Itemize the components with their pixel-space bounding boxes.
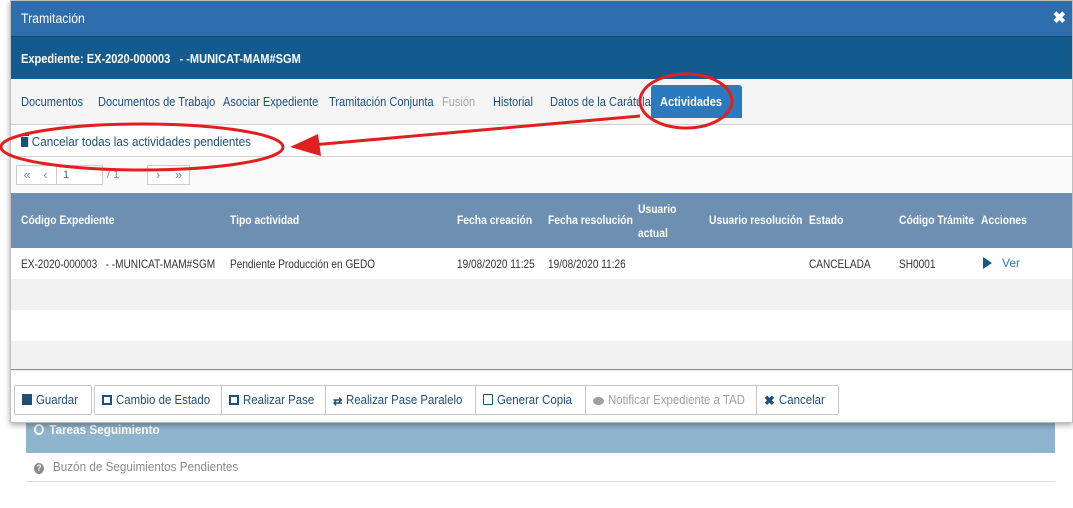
next-page-button[interactable]: › [147, 165, 169, 185]
table-row[interactable]: EX-2020-000003 - -MUNICAT-MAM#SGM Pendie… [11, 248, 1072, 279]
ver-action-link[interactable]: Ver [983, 256, 1020, 270]
page-number-input[interactable] [56, 165, 103, 185]
col-usuario-resolucion[interactable]: Usuario resolución [709, 213, 802, 227]
last-page-button[interactable]: » [168, 165, 190, 185]
cancel-row: Cancelar todas las actividades pendiente… [11, 126, 1072, 157]
col-usuario-actual-line2: actual [638, 226, 668, 240]
tramitacion-modal: Tramitación ✖ Expediente: EX-2020-000003… [10, 0, 1073, 423]
guardar-button[interactable]: Guardar [14, 385, 92, 415]
realizar-pase-button[interactable]: Realizar Pase [221, 385, 332, 415]
modal-title: Tramitación [21, 10, 85, 26]
question-icon: ? [34, 463, 44, 474]
tab-historial[interactable]: Historial [493, 94, 533, 109]
cell-fecha-resolucion: 19/08/2020 11:26 [548, 257, 626, 271]
divider [26, 481, 1055, 482]
cancelar-button[interactable]: ✖ Cancelar [756, 385, 839, 415]
col-codigo-expediente[interactable]: Código Expediente [21, 213, 114, 227]
tab-bar: Documentos Documentos de Trabajo Asociar… [11, 79, 1072, 125]
table-row-empty [11, 310, 1072, 341]
close-icon: ✖ [764, 393, 775, 408]
col-acciones: Acciones [981, 213, 1027, 227]
cancel-all-activities-link[interactable]: Cancelar todas las actividades pendiente… [20, 134, 251, 149]
col-estado[interactable]: Estado [809, 213, 843, 227]
cell-estado: CANCELADA [809, 257, 871, 271]
play-icon [983, 257, 992, 269]
page-total: / 1 [107, 169, 120, 181]
divider [11, 369, 1072, 370]
tab-documentos[interactable]: Documentos [21, 94, 83, 109]
col-tipo-actividad[interactable]: Tipo actividad [230, 213, 299, 227]
tab-actividades-label: Actividades [660, 94, 723, 109]
table-row-empty [11, 279, 1072, 310]
swap-icon: ⇄ [333, 396, 343, 408]
grid-header: Código Expediente Tipo actividad Fecha c… [11, 193, 1072, 248]
tareas-seguimiento-title[interactable]: Tareas Seguimiento [34, 422, 160, 437]
prev-page-button[interactable]: ‹ [35, 165, 57, 185]
expediente-title: Expediente: EX-2020-000003 - -MUNICAT-MA… [21, 51, 301, 66]
tab-documentos-de-trabajo[interactable]: Documentos de Trabajo [98, 94, 215, 109]
buzon-seguimientos-link[interactable]: ? Buzón de Seguimientos Pendientes [34, 459, 238, 474]
cell-codigo-expediente: EX-2020-000003 - -MUNICAT-MAM#SGM [21, 257, 216, 271]
col-codigo-tramite[interactable]: Código Trámite [899, 213, 974, 227]
col-usuario-actual[interactable]: Usuario [638, 202, 676, 216]
copy-icon [483, 394, 493, 405]
cambio-estado-button[interactable]: Cambio de Estado [94, 385, 231, 415]
tab-fusion[interactable]: Fusión [442, 94, 475, 109]
edit-icon [102, 395, 112, 405]
modal-titlebar: Tramitación ✖ [11, 1, 1072, 36]
share-icon [229, 395, 239, 405]
tab-asociar-expediente[interactable]: Asociar Expediente [223, 94, 318, 109]
col-fecha-resolucion[interactable]: Fecha resolución [548, 213, 633, 227]
cell-fecha-creacion: 19/08/2020 11:25 [457, 257, 535, 271]
notificar-tad-button[interactable]: Notificar Expediente a TAD [585, 385, 772, 415]
generar-copia-button[interactable]: Generar Copia [475, 385, 591, 415]
realizar-pase-paralelo-button[interactable]: ⇄ Realizar Pase Paralelo [325, 385, 487, 415]
pager: « ‹ / 1 › » [11, 158, 1072, 192]
tab-tramitacion-conjunta[interactable]: Tramitación Conjunta [329, 94, 434, 109]
action-buttons: Guardar Cambio de Estado Realizar Pase ⇄… [11, 385, 1072, 417]
cell-codigo-tramite: SH0001 [899, 257, 936, 271]
tab-actividades[interactable]: Actividades [651, 85, 742, 118]
expediente-bar: Expediente: EX-2020-000003 - -MUNICAT-MA… [11, 36, 1072, 79]
clock-icon [34, 424, 44, 435]
tab-datos-caratula[interactable]: Datos de la Carátula [550, 94, 651, 109]
save-icon [22, 394, 32, 405]
comment-icon [593, 397, 604, 405]
trash-icon [20, 134, 30, 147]
close-icon[interactable]: ✖ [1053, 8, 1066, 28]
table-row-empty [11, 341, 1072, 372]
col-fecha-creacion[interactable]: Fecha creación [457, 213, 532, 227]
cell-tipo-actividad: Pendiente Producción en GEDO [230, 257, 376, 271]
